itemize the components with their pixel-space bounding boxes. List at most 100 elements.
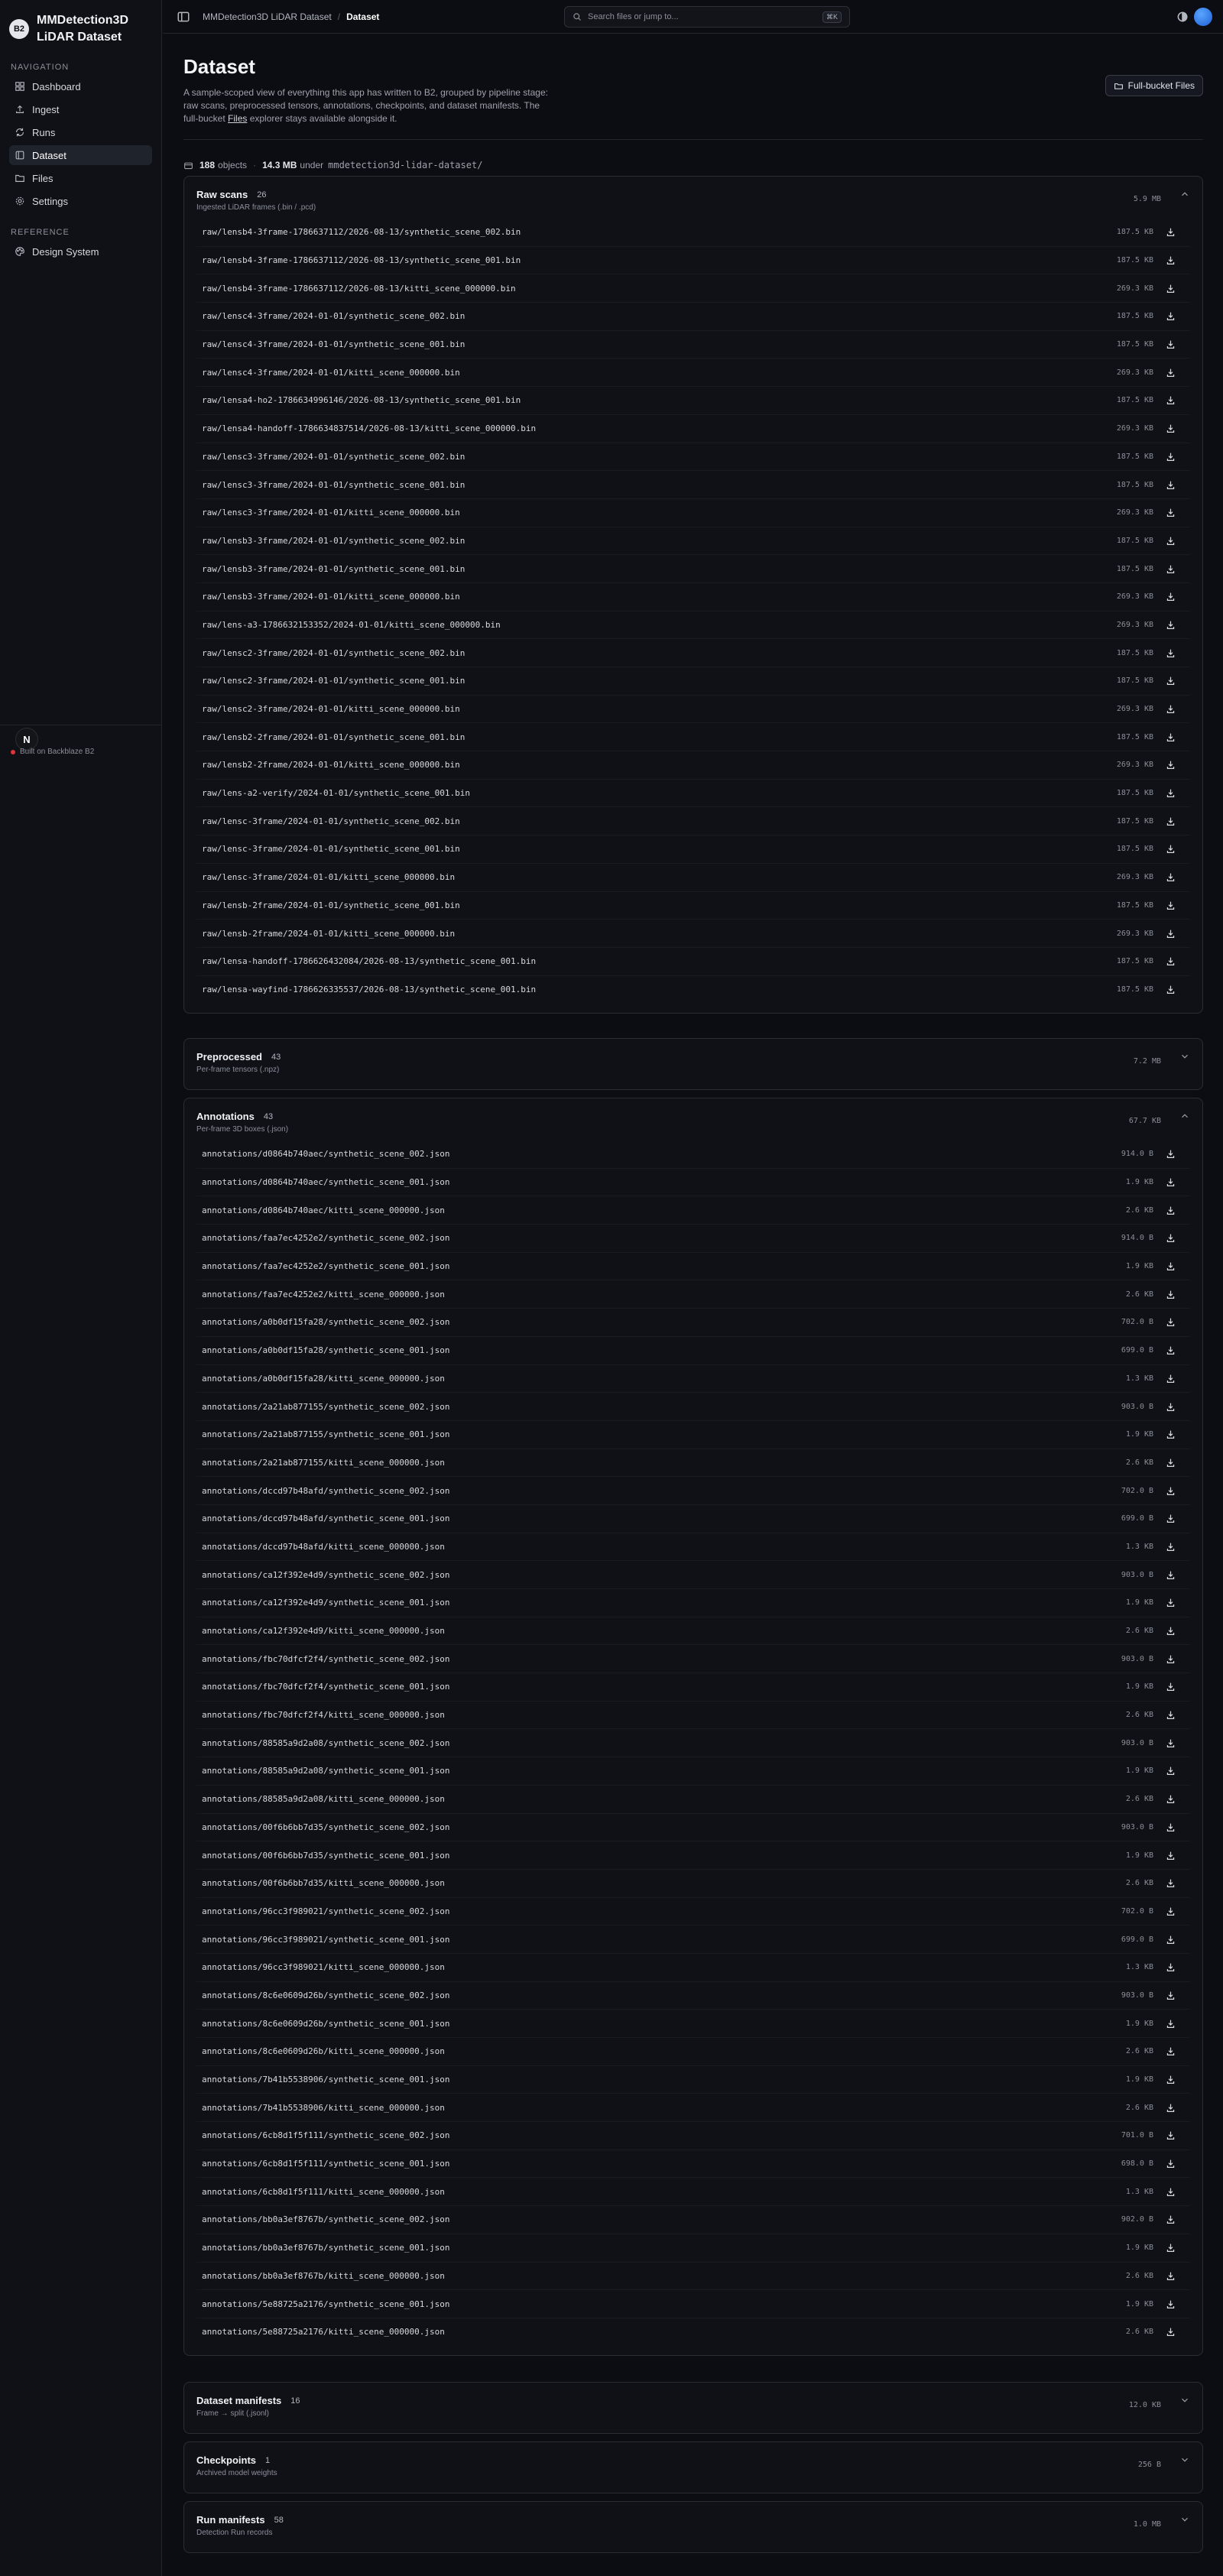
download-icon[interactable] (1164, 1429, 1176, 1441)
file-row[interactable]: annotations/88585a9d2a08/synthetic_scene… (196, 1728, 1190, 1757)
download-icon[interactable] (1164, 225, 1176, 238)
download-icon[interactable] (1164, 1204, 1176, 1216)
chevron-down-icon[interactable] (1179, 2514, 1190, 2525)
file-row[interactable]: annotations/8c6e0609d26b/kitti_scene_000… (196, 2037, 1190, 2065)
file-row[interactable]: annotations/6cb8d1f5f111/synthetic_scene… (196, 2121, 1190, 2149)
sidebar-item-dashboard[interactable]: Dashboard (9, 76, 152, 96)
file-row[interactable]: annotations/2a21ab877155/kitti_scene_000… (196, 1448, 1190, 1477)
file-row[interactable]: annotations/00f6b6bb7d35/synthetic_scene… (196, 1812, 1190, 1841)
download-icon[interactable] (1164, 703, 1176, 715)
file-row[interactable]: raw/lensc-3frame/2024-01-01/synthetic_sc… (196, 806, 1190, 835)
file-row[interactable]: annotations/5e88725a2176/synthetic_scene… (196, 2289, 1190, 2318)
avatar[interactable] (1194, 8, 1212, 26)
file-row[interactable]: raw/lensc-3frame/2024-01-01/kitti_scene_… (196, 862, 1190, 891)
download-icon[interactable] (1164, 1737, 1176, 1749)
download-icon[interactable] (1164, 2269, 1176, 2282)
file-row[interactable]: annotations/bb0a3ef8767b/kitti_scene_000… (196, 2261, 1190, 2290)
sidebar-item-files[interactable]: Files (9, 168, 152, 188)
download-icon[interactable] (1164, 479, 1176, 491)
file-row[interactable]: annotations/a0b0df15fa28/synthetic_scene… (196, 1335, 1190, 1364)
download-icon[interactable] (1164, 675, 1176, 687)
file-row[interactable]: raw/lensb3-3frame/2024-01-01/kitti_scene… (196, 582, 1190, 611)
download-icon[interactable] (1164, 1765, 1176, 1777)
chevron-down-icon[interactable] (1179, 2395, 1190, 2406)
section-header[interactable]: Preprocessed 43 Per-frame tensors (.npz) 7.… (184, 1039, 1202, 1080)
download-icon[interactable] (1164, 899, 1176, 911)
download-icon[interactable] (1164, 1345, 1176, 1357)
download-icon[interactable] (1164, 955, 1176, 968)
download-icon[interactable] (1164, 871, 1176, 884)
download-icon[interactable] (1164, 1456, 1176, 1468)
file-row[interactable]: annotations/d0864b740aec/synthetic_scene… (196, 1140, 1190, 1168)
file-row[interactable]: raw/lensb3-3frame/2024-01-01/synthetic_s… (196, 554, 1190, 582)
download-icon[interactable] (1164, 843, 1176, 855)
file-row[interactable]: raw/lensb4-3frame-1786637112/2026-08-13/… (196, 274, 1190, 302)
file-row[interactable]: annotations/fbc70dfcf2f4/synthetic_scene… (196, 1672, 1190, 1701)
file-row[interactable]: raw/lensa4-ho2-1786634996146/2026-08-13/… (196, 386, 1190, 414)
download-icon[interactable] (1164, 2298, 1176, 2310)
file-row[interactable]: annotations/96cc3f989021/kitti_scene_000… (196, 1952, 1190, 1981)
file-row[interactable]: raw/lensc2-3frame/2024-01-01/synthetic_s… (196, 638, 1190, 667)
sidebar-item-design-system[interactable]: Design System (9, 242, 152, 261)
brand[interactable]: B2 MMDetection3D LiDAR Dataset (0, 0, 161, 49)
download-icon[interactable] (1164, 1821, 1176, 1833)
section-header[interactable]: Run manifests 58 Detection Run records 1.0 … (184, 2502, 1202, 2543)
file-row[interactable]: annotations/8c6e0609d26b/synthetic_scene… (196, 1981, 1190, 2010)
file-row[interactable]: raw/lensc3-3frame/2024-01-01/synthetic_s… (196, 442, 1190, 471)
download-icon[interactable] (1164, 2130, 1176, 2142)
download-icon[interactable] (1164, 507, 1176, 519)
chevron-up-icon[interactable] (1179, 189, 1190, 200)
file-row[interactable]: annotations/5e88725a2176/kitti_scene_000… (196, 2317, 1190, 2346)
file-row[interactable]: raw/lensc4-3frame/2024-01-01/synthetic_s… (196, 329, 1190, 358)
file-row[interactable]: annotations/6cb8d1f5f111/synthetic_scene… (196, 2149, 1190, 2178)
file-row[interactable]: raw/lensb2-2frame/2024-01-01/synthetic_s… (196, 722, 1190, 751)
download-icon[interactable] (1164, 1372, 1176, 1384)
file-row[interactable]: annotations/00f6b6bb7d35/kitti_scene_000… (196, 1868, 1190, 1897)
file-row[interactable]: annotations/a0b0df15fa28/kitti_scene_000… (196, 1364, 1190, 1393)
file-row[interactable]: raw/lensc3-3frame/2024-01-01/kitti_scene… (196, 498, 1190, 527)
download-icon[interactable] (1164, 2046, 1176, 2058)
download-icon[interactable] (1164, 815, 1176, 827)
download-icon[interactable] (1164, 1232, 1176, 1244)
file-row[interactable]: raw/lensb4-3frame-1786637112/2026-08-13/… (196, 245, 1190, 274)
download-icon[interactable] (1164, 1905, 1176, 1917)
download-icon[interactable] (1164, 339, 1176, 351)
file-row[interactable]: annotations/ca12f392e4d9/synthetic_scene… (196, 1560, 1190, 1588)
download-icon[interactable] (1164, 1961, 1176, 1974)
file-row[interactable]: annotations/d0864b740aec/kitti_scene_000… (196, 1196, 1190, 1224)
file-row[interactable]: raw/lensb-2frame/2024-01-01/kitti_scene_… (196, 919, 1190, 947)
download-icon[interactable] (1164, 1989, 1176, 2001)
download-icon[interactable] (1164, 282, 1176, 294)
theme-toggle-icon[interactable] (1176, 10, 1189, 24)
download-icon[interactable] (1164, 787, 1176, 800)
section-header[interactable]: Raw scans 26 Ingested LiDAR frames (.bin /… (184, 177, 1202, 218)
sidebar-item-runs[interactable]: Runs (9, 122, 152, 142)
file-row[interactable]: annotations/ca12f392e4d9/kitti_scene_000… (196, 1616, 1190, 1645)
download-icon[interactable] (1164, 394, 1176, 407)
file-row[interactable]: raw/lensa4-handoff-1786634837514/2026-08… (196, 414, 1190, 443)
file-row[interactable]: annotations/96cc3f989021/synthetic_scene… (196, 1896, 1190, 1926)
download-icon[interactable] (1164, 983, 1176, 995)
download-icon[interactable] (1164, 618, 1176, 631)
download-icon[interactable] (1164, 2242, 1176, 2254)
file-row[interactable]: raw/lensc4-3frame/2024-01-01/synthetic_s… (196, 302, 1190, 330)
file-row[interactable]: annotations/6cb8d1f5f111/kitti_scene_000… (196, 2177, 1190, 2205)
file-row[interactable]: annotations/7b41b5538906/synthetic_scene… (196, 2065, 1190, 2094)
files-link[interactable]: Files (228, 113, 247, 124)
download-icon[interactable] (1164, 1625, 1176, 1637)
file-row[interactable]: raw/lensc2-3frame/2024-01-01/synthetic_s… (196, 667, 1190, 695)
file-row[interactable]: annotations/faa7ec4252e2/kitti_scene_000… (196, 1280, 1190, 1308)
chevron-down-icon[interactable] (1179, 1051, 1190, 1062)
download-icon[interactable] (1164, 1513, 1176, 1525)
download-icon[interactable] (1164, 591, 1176, 603)
file-row[interactable]: annotations/bb0a3ef8767b/synthetic_scene… (196, 2233, 1190, 2262)
file-row[interactable]: annotations/dccd97b48afd/synthetic_scene… (196, 1504, 1190, 1533)
file-row[interactable]: raw/lensb3-3frame/2024-01-01/synthetic_s… (196, 526, 1190, 555)
file-row[interactable]: raw/lensa-wayfind-1786626335537/2026-08-… (196, 975, 1190, 1004)
file-row[interactable]: raw/lensb2-2frame/2024-01-01/kitti_scene… (196, 751, 1190, 779)
file-row[interactable]: raw/lensc-3frame/2024-01-01/synthetic_sc… (196, 835, 1190, 863)
download-icon[interactable] (1164, 2101, 1176, 2114)
file-row[interactable]: annotations/bb0a3ef8767b/synthetic_scene… (196, 2205, 1190, 2234)
download-icon[interactable] (1164, 1933, 1176, 1945)
file-row[interactable]: annotations/faa7ec4252e2/synthetic_scene… (196, 1251, 1190, 1280)
